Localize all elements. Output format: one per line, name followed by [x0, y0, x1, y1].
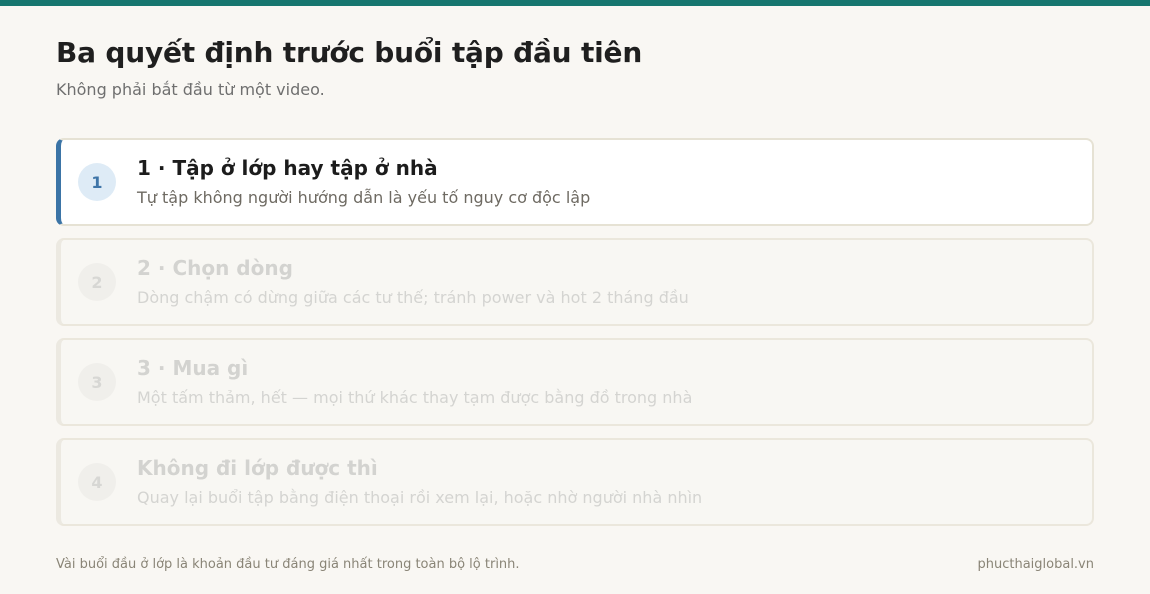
- page-content: Ba quyết định trước buổi tập đầu tiên Kh…: [56, 0, 1094, 594]
- step-title: Không đi lớp được thì: [137, 456, 378, 480]
- step-title: 1 · Tập ở lớp hay tập ở nhà: [137, 156, 438, 180]
- footer-note: Vài buổi đầu ở lớp là khoản đầu tư đáng …: [56, 557, 520, 572]
- step-number-badge: 3: [78, 363, 116, 401]
- step-title: 2 · Chọn dòng: [137, 256, 293, 280]
- step-description: Dòng chậm có dừng giữa các tư thế; tránh…: [137, 288, 689, 307]
- step-card-4[interactable]: 4 Không đi lớp được thì Quay lại buổi tậ…: [56, 438, 1094, 526]
- step-card-3[interactable]: 3 3 · Mua gì Một tấm thảm, hết — mọi thứ…: [56, 338, 1094, 426]
- step-description: Tự tập không người hướng dẫn là yếu tố n…: [137, 188, 591, 207]
- step-description: Một tấm thảm, hết — mọi thứ khác thay tạ…: [137, 388, 693, 407]
- step-description: Quay lại buổi tập bằng điện thoại rồi xe…: [137, 488, 703, 507]
- step-number-badge: 4: [78, 463, 116, 501]
- step-number-badge: 2: [78, 263, 116, 301]
- step-number-badge: 1: [78, 163, 116, 201]
- step-card-2[interactable]: 2 2 · Chọn dòng Dòng chậm có dừng giữa c…: [56, 238, 1094, 326]
- footer-site-link[interactable]: phucthaiglobal.vn: [977, 557, 1094, 572]
- step-title: 3 · Mua gì: [137, 356, 249, 380]
- step-card-1[interactable]: 1 1 · Tập ở lớp hay tập ở nhà Tự tập khô…: [56, 138, 1094, 226]
- page-subtitle: Không phải bắt đầu từ một video.: [56, 80, 325, 99]
- page-title: Ba quyết định trước buổi tập đầu tiên: [56, 36, 643, 69]
